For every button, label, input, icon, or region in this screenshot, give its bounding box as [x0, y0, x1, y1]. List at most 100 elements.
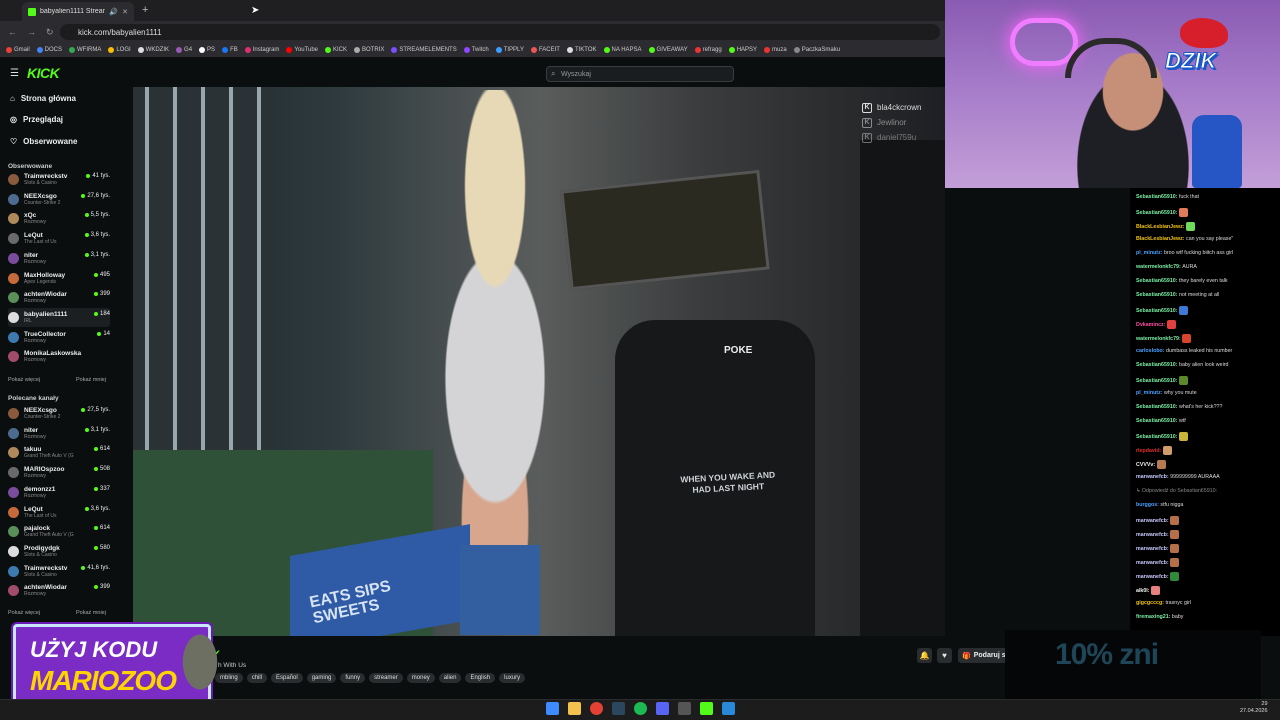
stream-tag[interactable]: Español [271, 673, 303, 683]
channel-item[interactable]: takuu Grand Theft Auto V (G... 614 [8, 443, 110, 462]
bookmark-item[interactable]: GIVEAWAY [648, 47, 688, 53]
chat-username[interactable]: carloslobo: [1136, 348, 1166, 354]
telegram-icon[interactable] [722, 702, 735, 715]
chat-username[interactable]: marwanefcb: [1136, 518, 1170, 524]
channel-item[interactable]: niter Rozmowy 3,1 tys. [8, 424, 110, 443]
channel-item[interactable]: NEEXcsgo Counter-Strike 2 27,6 tys. [8, 190, 110, 209]
bookmark-item[interactable]: TIKTOK [566, 47, 597, 53]
bookmark-item[interactable]: refragg [694, 47, 722, 53]
chat-username[interactable]: Sebastian65910: [1136, 362, 1179, 368]
nav-browse[interactable]: ◎ Przeglądaj [10, 115, 63, 124]
bookmark-item[interactable]: WKDZIK [137, 47, 169, 53]
channel-item[interactable]: niter Rozmowy 3,1 tys. [8, 249, 110, 268]
search-input[interactable]: ⌕ Wyszukaj [546, 66, 734, 82]
follow-heart-button[interactable]: ♥ [937, 648, 952, 663]
chat-username[interactable]: gigcgcccg: [1136, 600, 1165, 606]
chat-username[interactable]: marwanefcb: [1136, 532, 1170, 538]
channel-item[interactable]: LeQut The Last of Us 3,6 tys. [8, 503, 110, 522]
channel-item[interactable]: demonzz1 Rozmowy 337 [8, 483, 110, 502]
bookmark-item[interactable]: Twitch [463, 47, 489, 53]
chat-username[interactable]: Sebastian65910: [1136, 292, 1179, 298]
channel-item[interactable]: babyalien1111 IRL 184 [8, 307, 110, 327]
chat-username[interactable]: marwanefcb: [1136, 546, 1170, 552]
bookmark-item[interactable]: Instagram [244, 47, 279, 53]
address-bar[interactable]: kick.com/babyalien1111 [60, 24, 940, 40]
stream-tag[interactable]: funny [340, 673, 366, 683]
channel-item[interactable]: MaxHolloway Apex Legends 495 [8, 269, 110, 288]
forward-icon[interactable]: → [27, 27, 36, 37]
browser-tab[interactable]: babyalien1111 Stream - Wa 🔊 ✕ [22, 2, 134, 21]
bookmark-item[interactable]: PS [199, 47, 215, 53]
chat-username[interactable]: Sebastian65910: [1136, 434, 1179, 440]
kick-app-icon[interactable] [700, 702, 713, 715]
channel-item[interactable]: NEEXcsgo Counter-Strike 2 27,5 tys. [8, 404, 110, 423]
stream-tag[interactable]: English [465, 673, 496, 683]
chat-username[interactable]: marwanefcb: [1136, 574, 1170, 580]
channel-item[interactable]: TrueCollector Rozmowy 14 [8, 328, 110, 347]
chrome-icon[interactable] [590, 702, 603, 715]
stream-tag[interactable]: gaming [306, 673, 337, 683]
channel-item[interactable]: MARIOspzoo Rozmowy 508 [8, 463, 110, 482]
close-tab-icon[interactable]: ✕ [122, 8, 128, 16]
chat-username[interactable]: pl_minutz: [1136, 250, 1164, 256]
chat-username[interactable]: marwanefcb: [1136, 474, 1170, 480]
chat-username[interactable]: Dvkamincz: [1136, 322, 1167, 328]
chat-username[interactable]: rlepdavid: [1136, 448, 1163, 454]
show-more-link-2[interactable]: Pokaż więcej [8, 610, 40, 616]
chat-username[interactable]: Sebastian65910: [1136, 194, 1179, 200]
bookmark-item[interactable]: muza [764, 47, 787, 53]
bookmark-item[interactable]: WFIRMA [69, 47, 101, 53]
show-more-link[interactable]: Pokaż więcej [8, 377, 40, 383]
bookmark-item[interactable]: TIPPLY [495, 47, 524, 53]
chat-username[interactable]: firemaxing21: [1136, 614, 1172, 620]
chat-username[interactable]: pl_minutz: [1136, 390, 1164, 396]
new-tab-button[interactable]: + [142, 4, 148, 16]
bookmark-item[interactable]: STREAMELEMENTS [391, 47, 457, 53]
stream-tag[interactable]: streamer [369, 673, 403, 683]
bookmark-item[interactable]: YouTube [286, 47, 318, 53]
bookmark-item[interactable]: Gmail [6, 47, 30, 53]
channel-item[interactable]: Trainwreckstv Slots & Casino 41 tys. [8, 170, 110, 189]
stream-tag[interactable]: alien [438, 673, 462, 683]
bookmark-item[interactable]: DOCS [36, 47, 62, 53]
bookmark-item[interactable]: PaczkaSmaku [793, 47, 840, 53]
bookmark-item[interactable]: FACEIT [530, 47, 560, 53]
bookmark-item[interactable]: FB [222, 47, 238, 53]
bookmark-item[interactable]: G4 [176, 47, 192, 53]
bookmark-item[interactable]: BOTRIX [354, 47, 384, 53]
stream-tag[interactable]: money [406, 673, 435, 683]
bookmark-item[interactable]: LOGI [108, 47, 131, 53]
back-icon[interactable]: ← [8, 27, 17, 37]
chat-username[interactable]: Sebastian65910: [1136, 308, 1179, 314]
steam-icon[interactable] [612, 702, 625, 715]
notification-bell-button[interactable]: 🔔 [917, 648, 932, 663]
start-icon[interactable] [546, 702, 559, 715]
discord-icon[interactable] [656, 702, 669, 715]
channel-item[interactable]: achtenWiodar Rozmowy 399 [8, 288, 110, 307]
chat-username[interactable]: Sebastian65910: [1136, 418, 1179, 424]
chat-username[interactable]: watermelonkfc79: [1136, 264, 1182, 270]
gift-sub-button[interactable]: 🎁 Podaruj s [958, 648, 1008, 663]
chat-username[interactable]: BlackLesbianJewz: [1136, 236, 1186, 242]
speaker-icon[interactable]: 🔊 [109, 8, 118, 16]
kick-logo[interactable]: KICK [27, 65, 60, 81]
channel-item[interactable]: Trainwreckstv Slots & Casino 41,6 tys. [8, 562, 110, 581]
chat-username[interactable]: Sebastian65910: [1136, 404, 1179, 410]
nav-following[interactable]: ♡ Obserwowane [10, 137, 77, 146]
channel-item[interactable]: MonikaLaskowska Rozmowy [8, 347, 110, 366]
settings-icon[interactable] [678, 702, 691, 715]
show-less-link-2[interactable]: Pokaż mniej [76, 610, 106, 616]
reload-icon[interactable]: ↻ [46, 27, 54, 38]
stream-tag[interactable]: chill [246, 673, 268, 683]
spotify-icon[interactable] [634, 702, 647, 715]
chat-username[interactable]: Sebastian65910: [1136, 378, 1179, 384]
channel-item[interactable]: Prodigydgk Slots & Casino 580 [8, 542, 110, 561]
channel-item[interactable]: LeQut The Last of Us 3,6 tys. [8, 229, 110, 248]
bookmark-item[interactable]: HAPSY [728, 47, 757, 53]
channel-item[interactable]: xQc Rozmowy 5,5 tys. [8, 209, 110, 228]
channel-item[interactable]: achtenWiodar Rozmowy 399 [8, 581, 110, 600]
stream-tag[interactable]: luxury [499, 673, 526, 683]
chat-username[interactable]: watermelonkfc79: [1136, 336, 1182, 342]
chat-username[interactable]: BlackLesbianJewz: [1136, 224, 1186, 230]
nav-home[interactable]: ⌂ Strona główna [10, 94, 76, 103]
